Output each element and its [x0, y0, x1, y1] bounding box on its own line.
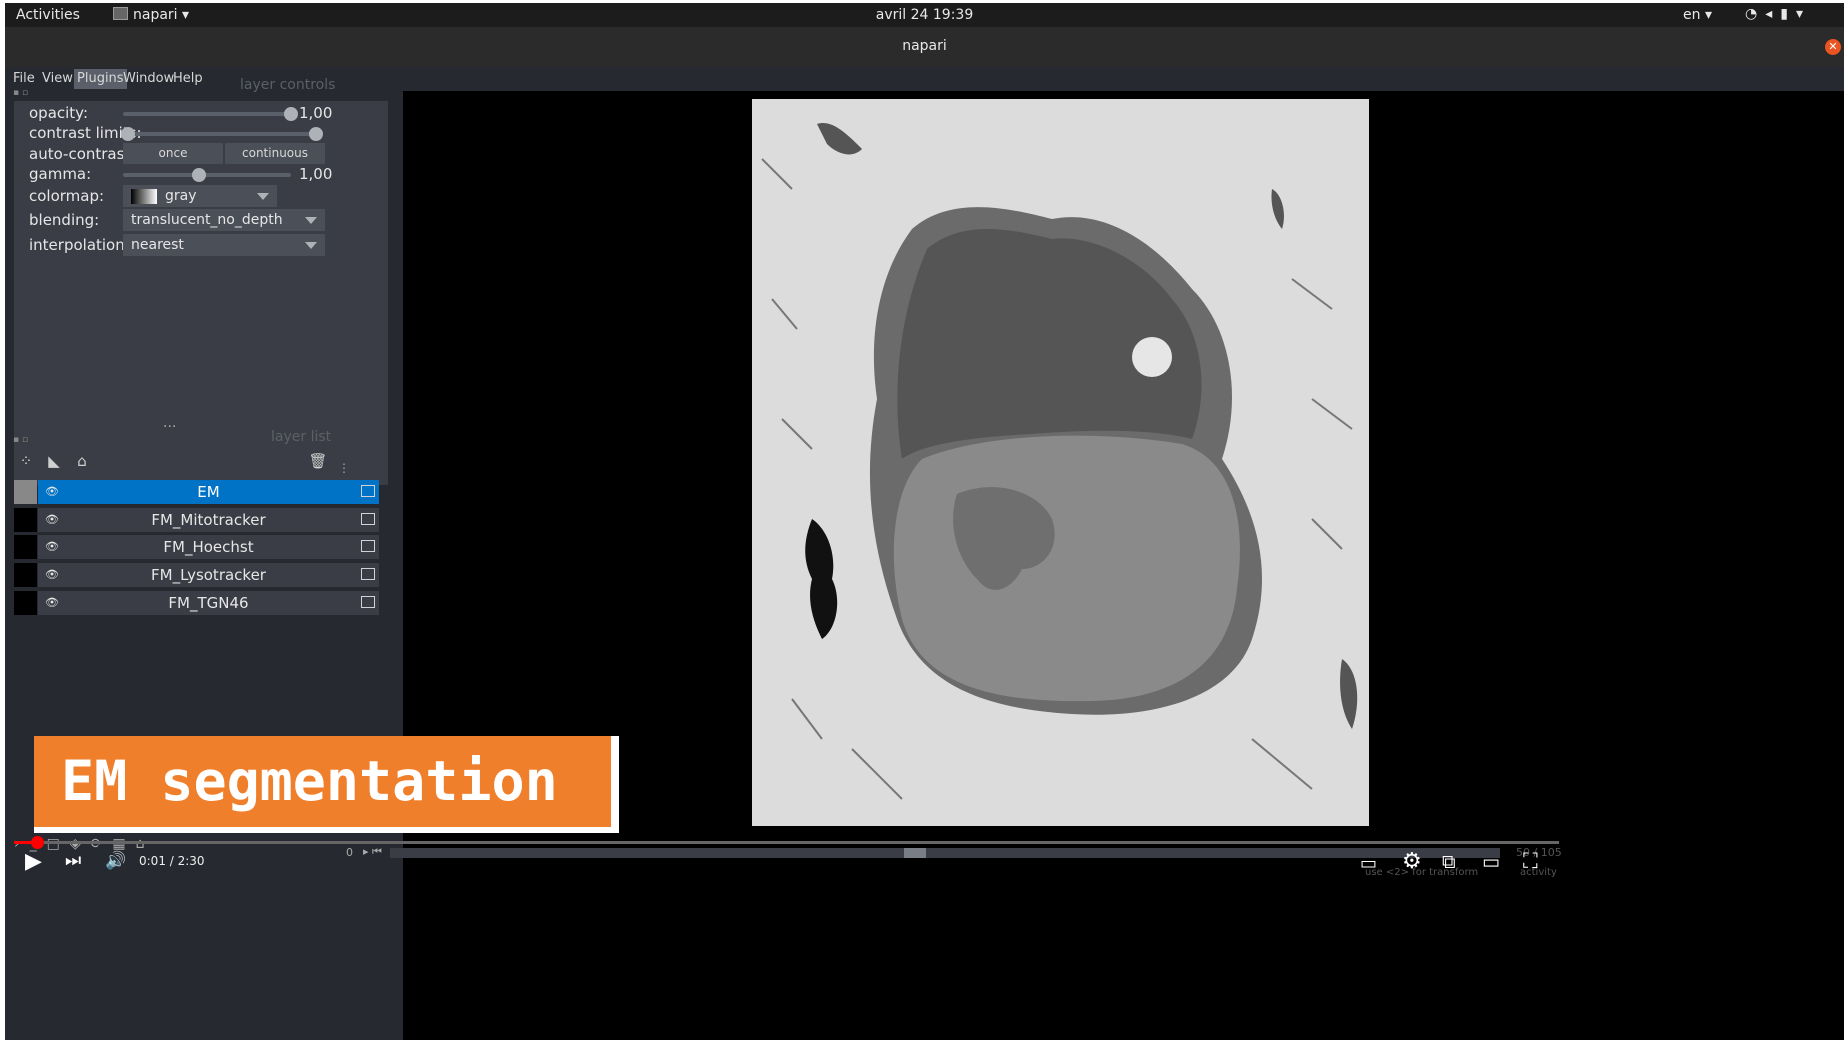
float-icon[interactable]: ▪ ▫ [13, 88, 28, 98]
theater-mode-icon[interactable]: ▭ [1482, 851, 1500, 873]
dimension-slider[interactable] [390, 848, 1500, 858]
gamma-slider[interactable] [123, 173, 291, 177]
layer-name: FM_Mitotracker [151, 511, 266, 529]
layer-item-fm-lysotracker[interactable]: 👁 FM_Lysotracker [38, 563, 379, 587]
clock[interactable]: avril 24 19:39 [5, 7, 1844, 23]
chevron-down-icon: ▾ [1795, 6, 1811, 22]
layer-thumbnail [14, 563, 37, 587]
battery-icon: ▮ [1780, 6, 1796, 22]
dimension-slider-handle[interactable] [904, 848, 926, 858]
opacity-slider-handle[interactable] [284, 107, 298, 121]
gamma-value: 1,00 [299, 165, 333, 183]
banner-text: EM segmentation [34, 736, 611, 827]
layer-thumbnail [14, 535, 37, 559]
colormap-select[interactable]: gray [123, 185, 277, 207]
opacity-value: 1,00 [299, 104, 333, 122]
blending-label: blending: [29, 211, 100, 229]
layer-controls-panel: opacity: 1,00 contrast limits: auto-cont… [14, 101, 388, 485]
language-label: en [1683, 7, 1701, 23]
layer-name: FM_Lysotracker [151, 566, 266, 584]
system-top-bar: Activities napari ▾ avril 24 19:39 en ▾ … [5, 3, 1844, 27]
interpolation-select[interactable]: nearest [123, 234, 325, 256]
next-icon[interactable]: ⏭ [65, 850, 81, 871]
subtitles-icon[interactable]: ▭ [1360, 853, 1377, 874]
gamma-label: gamma: [29, 165, 92, 183]
image-layer-icon [361, 513, 375, 525]
chevron-down-icon [305, 242, 317, 249]
dim-slider-start: 0 [346, 846, 353, 859]
video-time: 0:01 / 2:30 [139, 854, 205, 868]
layer-thumbnail [14, 480, 37, 504]
chevron-down-icon [257, 193, 269, 200]
layer-controls-title: layer controls [240, 77, 336, 93]
auto-contrast-once-button[interactable]: once [123, 143, 223, 164]
grid-icon[interactable]: ▦ [112, 836, 135, 852]
new-labels-layer-icon[interactable]: ⌂ [70, 449, 94, 473]
roll-icon[interactable]: ⟳ [91, 836, 113, 852]
interpolation-value: nearest [131, 237, 184, 253]
contrast-min-handle[interactable] [121, 127, 135, 141]
language-selector[interactable]: en ▾ [1683, 7, 1712, 23]
new-shapes-layer-icon[interactable]: ◣ [42, 449, 66, 473]
opacity-slider[interactable] [123, 112, 291, 116]
play-dims-icon[interactable]: ▸ ⏮ [363, 845, 382, 859]
layer-name: EM [197, 483, 220, 501]
float-icon[interactable]: ▪ ▫ [13, 435, 28, 445]
image-layer-icon [361, 485, 375, 497]
home-icon[interactable]: ⌂ [136, 836, 155, 852]
blending-select[interactable]: translucent_no_depth [123, 209, 325, 231]
layer-thumbnail [14, 508, 37, 532]
left-dock: ▪ ▫ layer controls opacity: 1,00 contras… [5, 77, 403, 1040]
new-points-layer-icon[interactable]: ⁘ [14, 449, 38, 473]
menu-window[interactable]: Window [123, 71, 174, 86]
layer-name: FM_TGN46 [168, 594, 249, 612]
video-progress-bar[interactable] [14, 836, 1559, 849]
gamma-slider-handle[interactable] [191, 168, 206, 182]
menu-file[interactable]: File [13, 71, 35, 86]
contrast-limits-slider[interactable] [123, 132, 321, 136]
layer-thumbnail [14, 591, 37, 615]
screen: Activities napari ▾ avril 24 19:39 en ▾ … [5, 3, 1844, 1040]
interpolation-label: interpolation: [29, 236, 130, 254]
play-icon[interactable]: ▶ [25, 849, 42, 874]
auto-contrast-label: auto-contrast: [29, 145, 136, 163]
volume-icon[interactable]: 🔊 [105, 851, 126, 871]
window-titlebar: napari ✕ [5, 27, 1844, 67]
fullscreen-icon[interactable]: ⛶ [1523, 849, 1538, 874]
volume-icon: ◂ [1765, 6, 1781, 22]
layer-item-fm-tgn46[interactable]: 👁 FM_TGN46 [38, 591, 379, 615]
settings-gear-icon[interactable]: ⚙ [1402, 849, 1422, 874]
window-title: napari [902, 38, 947, 54]
colormap-label: colormap: [29, 187, 105, 205]
chevron-down-icon [305, 217, 317, 224]
menu-view[interactable]: View [42, 71, 73, 86]
close-icon[interactable]: ✕ [1825, 39, 1841, 55]
layer-name: FM_Hoechst [163, 538, 254, 556]
menu-help[interactable]: Help [173, 71, 203, 86]
colormap-swatch [131, 189, 157, 204]
image-layer-icon [361, 540, 375, 552]
image-layer-icon [361, 568, 375, 580]
system-tray[interactable]: ◔◂▮▾ [1745, 6, 1811, 22]
wifi-icon: ◔ [1745, 6, 1766, 22]
contrast-max-handle[interactable] [309, 127, 323, 141]
layer-item-fm-hoechst[interactable]: 👁 FM_Hoechst [38, 535, 379, 559]
image-layer-icon [361, 596, 375, 608]
opacity-label: opacity: [29, 104, 89, 122]
blending-value: translucent_no_depth [131, 212, 283, 228]
video-progress-knob[interactable] [31, 836, 44, 849]
layer-item-fm-mitotracker[interactable]: 👁 FM_Mitotracker [38, 508, 379, 532]
colormap-value: gray [165, 188, 197, 204]
splitter-handle[interactable]: ··· [163, 419, 176, 435]
delete-layer-icon[interactable]: 🗑 [306, 449, 330, 473]
auto-contrast-continuous-button[interactable]: continuous [225, 143, 325, 164]
title-banner: EM segmentation [34, 736, 619, 833]
miniplayer-icon[interactable]: ⧉ [1442, 851, 1456, 873]
more-options-icon[interactable]: ⋮ [338, 461, 350, 475]
layer-item-em[interactable]: 👁 EM [38, 480, 379, 504]
em-image [752, 99, 1369, 826]
menu-plugins[interactable]: Plugins [74, 69, 127, 89]
layer-list-title: layer list [271, 429, 332, 445]
